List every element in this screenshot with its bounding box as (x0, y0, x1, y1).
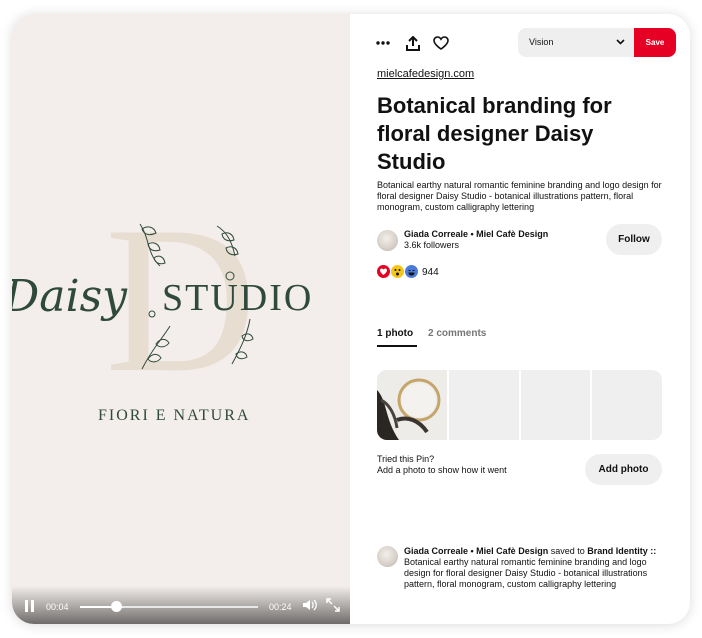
expand-icon[interactable] (326, 598, 340, 612)
wow-reaction-icon (391, 265, 404, 278)
pin-video-frame: D Daisy STUDIO FIORI E NATURA (12, 184, 313, 424)
scrubber-handle[interactable] (111, 601, 122, 612)
pin-description: Botanical earthy natural romantic femini… (377, 180, 662, 212)
add-photo-button[interactable]: Add photo (585, 454, 662, 485)
creator-avatar[interactable] (377, 230, 398, 251)
photo-placeholder (449, 370, 519, 440)
tried-question: Tried this Pin? (377, 454, 435, 464)
chevron-down-icon (616, 37, 625, 47)
heart-reaction-icon (377, 265, 390, 278)
video-controls: 00:04 00:24 (12, 586, 350, 624)
activity-user[interactable]: Giada Correale • Miel Cafè Design (404, 546, 548, 556)
logo-serif: STUDIO (162, 277, 313, 319)
more-dots-icon[interactable] (372, 32, 394, 54)
logo-tagline: FIORI E NATURA (98, 407, 250, 424)
follow-button[interactable]: Follow (606, 224, 662, 255)
source-link[interactable]: mielcafedesign.com (377, 68, 474, 80)
pin-closeup-card: D Daisy STUDIO FIORI E NATURA 00:04 00:2… (12, 14, 690, 624)
heart-icon[interactable] (430, 32, 452, 54)
tab-comments[interactable]: 2 comments (428, 328, 486, 339)
board-select-value: Vision (529, 37, 554, 47)
pin-title: Botanical branding for floral designer D… (377, 93, 612, 174)
photo-placeholder (521, 370, 590, 440)
logo-script: Daisy (12, 271, 128, 322)
activity-item: Giada Correale • Miel Cafè Design saved … (404, 546, 669, 590)
creator-followers: 3.6k followers (404, 240, 460, 250)
activity-avatar[interactable] (377, 546, 398, 567)
pin-details-panel: Vision Save mielcafedesign.com Botanical… (350, 14, 690, 624)
volume-icon[interactable] (302, 598, 318, 612)
share-upload-icon[interactable] (402, 32, 424, 54)
tried-hint: Add a photo to show how it went (377, 465, 507, 475)
activity-description: Botanical earthy natural romantic femini… (404, 557, 648, 589)
tried-photos-gallery (377, 370, 662, 440)
pin-video[interactable]: D Daisy STUDIO FIORI E NATURA 00:04 00:2… (12, 14, 350, 624)
video-scrubber[interactable] (80, 601, 258, 612)
activity-action: saved to (550, 546, 585, 556)
current-time: 00:04 (46, 602, 69, 612)
board-select[interactable]: Vision (518, 28, 634, 57)
active-tab-indicator (377, 345, 417, 347)
creator-name[interactable]: Giada Correale • Miel Cafè Design (404, 229, 548, 239)
reaction-count: 944 (422, 267, 439, 278)
pause-icon[interactable] (24, 600, 36, 612)
haha-reaction-icon (405, 265, 418, 278)
save-button[interactable]: Save (634, 28, 676, 57)
total-time: 00:24 (269, 602, 292, 612)
activity-board[interactable]: Brand Identity :: (587, 546, 656, 556)
tab-photos[interactable]: 1 photo (377, 328, 413, 339)
photo-placeholder (592, 370, 662, 440)
tried-photo-thumbnail[interactable] (377, 370, 447, 440)
